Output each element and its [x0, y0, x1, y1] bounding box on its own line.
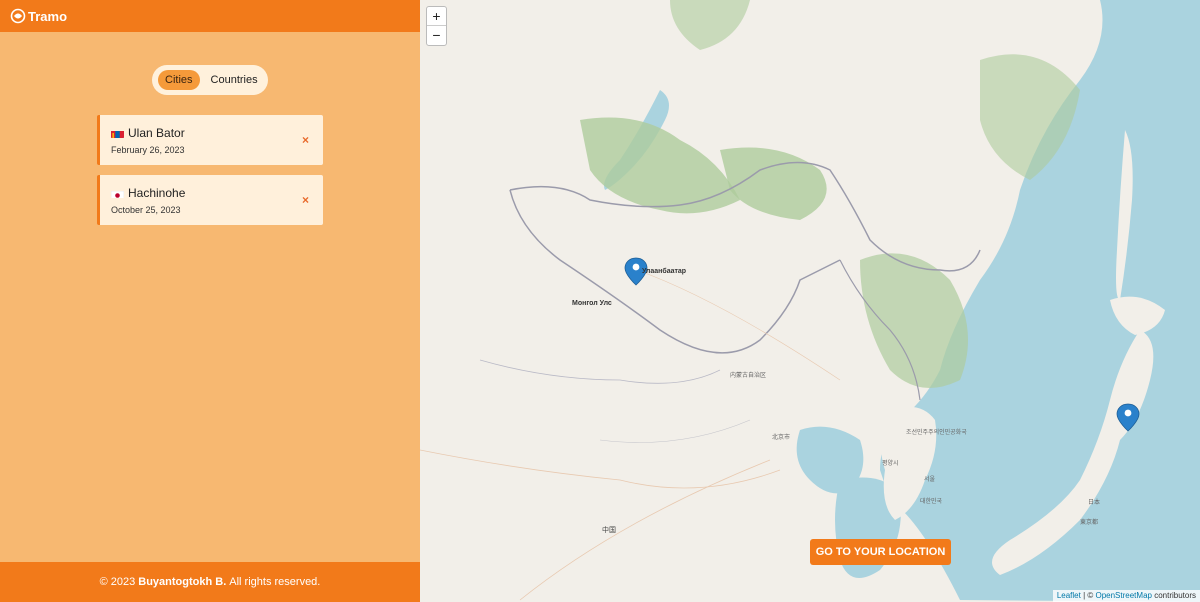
zoom-in-button[interactable]: +: [427, 7, 446, 26]
city-card[interactable]: Hachinohe October 25, 2023 ×: [97, 175, 323, 225]
footer-rights: All rights reserved.: [229, 576, 321, 588]
map-label-seoul: 서울: [924, 477, 936, 483]
map-label-china: 中国: [602, 527, 616, 534]
remove-city-button[interactable]: ×: [302, 133, 309, 147]
city-card[interactable]: Ulan Bator February 26, 2023 ×: [97, 115, 323, 165]
attribution-suffix: contributors: [1151, 591, 1196, 600]
map-label-tokyo: 東京都: [1080, 520, 1099, 526]
footer: © 2023 Buyantogtokh B. All rights reserv…: [0, 562, 420, 602]
map-label-inner-mongolia: 内蒙古自治区: [730, 373, 767, 379]
map-label-beijing: 北京市: [772, 435, 791, 441]
visit-date: February 26, 2023: [111, 145, 185, 155]
map-label-north-korea: 조선민주주의인민공화국: [906, 430, 967, 436]
remove-city-button[interactable]: ×: [302, 193, 309, 207]
map-label-korea: 대한민국: [920, 499, 943, 505]
tramo-logo-icon: [10, 8, 26, 24]
attribution-separator: | ©: [1080, 591, 1096, 600]
card-title: Hachinohe: [111, 186, 185, 200]
city-name: Hachinohe: [128, 186, 186, 200]
view-toggle: Cities Countries: [152, 65, 268, 95]
map-view[interactable]: Монгол Улс Улаанбаатар 中国 北京市 日本 東京都 대한민…: [420, 0, 1200, 602]
map-tiles: [420, 0, 1200, 602]
map-label-ulaanbaatar: Улаанбаатар: [642, 268, 687, 275]
map-label-japan: 日本: [1088, 500, 1101, 506]
app-name: Tramo: [28, 8, 68, 24]
footer-copyright: © 2023: [99, 576, 136, 588]
leaflet-link[interactable]: Leaflet: [1057, 591, 1081, 600]
sidebar: Tramo Cities Countries Ulan Bator Februa…: [0, 0, 420, 602]
mongolia-flag-icon: [111, 129, 124, 138]
osm-link[interactable]: OpenStreetMap: [1095, 591, 1151, 600]
tab-cities[interactable]: Cities: [158, 70, 200, 90]
visit-date: October 25, 2023: [111, 205, 181, 215]
top-bar: Tramo: [0, 0, 420, 32]
go-to-location-button[interactable]: GO TO YOUR LOCATION: [810, 539, 951, 565]
tab-countries[interactable]: Countries: [204, 70, 265, 90]
card-title: Ulan Bator: [111, 126, 185, 140]
zoom-out-button[interactable]: −: [427, 26, 446, 45]
japan-flag-icon: [111, 189, 124, 198]
zoom-control: + −: [426, 6, 447, 46]
city-name: Ulan Bator: [128, 126, 185, 140]
map-label-mongolia: Монгол Улс: [572, 300, 612, 307]
map-label-pyongyang: 평양시: [882, 461, 899, 467]
footer-author: Buyantogtokh B.: [138, 576, 227, 588]
map-attribution: Leaflet | © OpenStreetMap contributors: [1052, 590, 1200, 602]
app-logo[interactable]: Tramo: [10, 8, 67, 24]
